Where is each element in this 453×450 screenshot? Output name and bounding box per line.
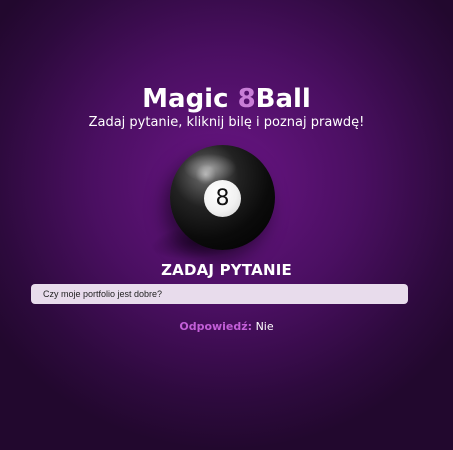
answer-line: Odpowiedź: Nie — [0, 320, 453, 334]
question-heading: ZADAJ PYTANIE — [161, 261, 292, 279]
answer-value: Nie — [255, 320, 274, 333]
app-subtitle: Zadaj pytanie, kliknij bilę i poznaj pra… — [88, 115, 365, 130]
ball-highlight — [184, 154, 236, 182]
ball-number-window: 8 — [204, 180, 241, 217]
title-part-ball: Ball — [255, 84, 311, 114]
title-accent-8: 8 — [237, 84, 256, 114]
ball-number: 8 — [215, 185, 230, 211]
eight-ball-icon[interactable]: 8 — [170, 145, 275, 250]
app-title: Magic 8Ball — [0, 84, 453, 114]
title-part-magic: Magic — [142, 84, 238, 114]
question-input[interactable] — [31, 284, 408, 304]
answer-label: Odpowiedź: — [179, 320, 253, 333]
